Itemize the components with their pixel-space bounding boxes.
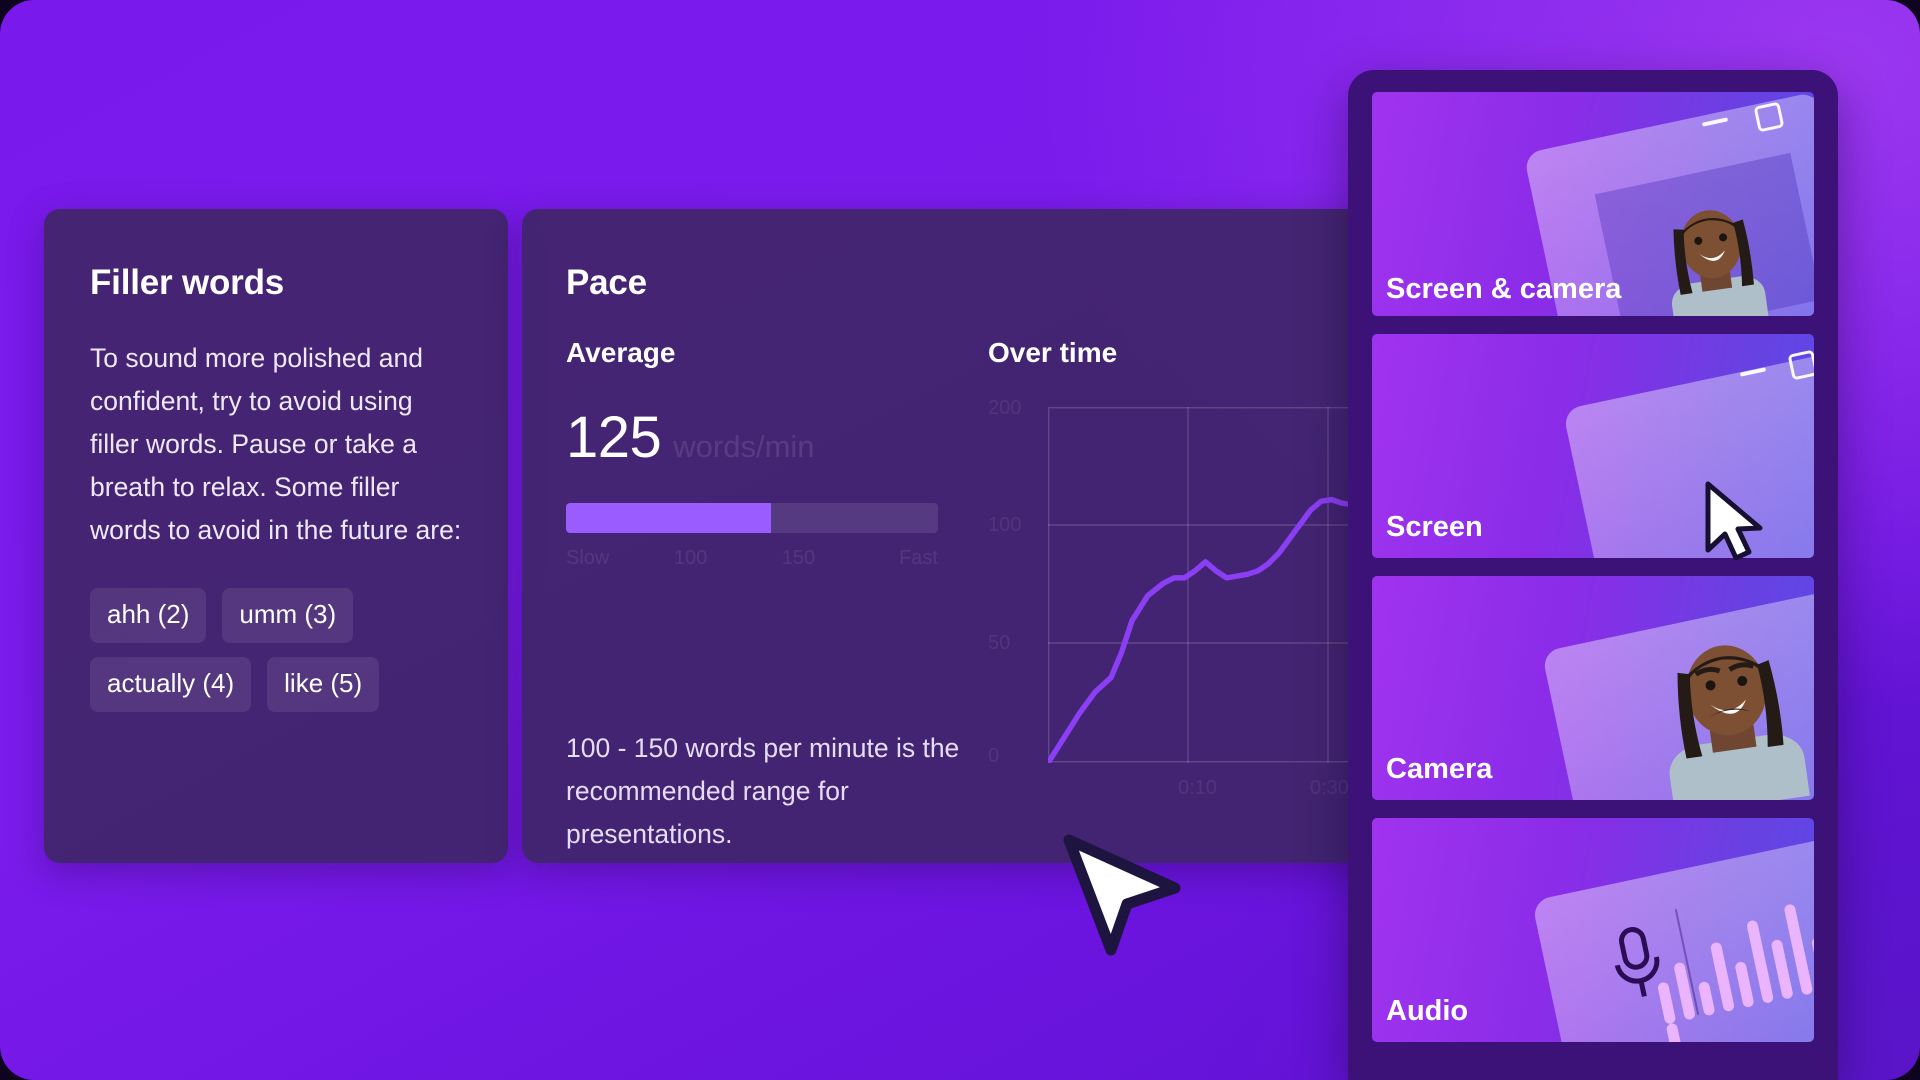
filler-words-chip-list: ahh (2) umm (3) actually (4) like (5) — [90, 588, 430, 712]
pace-title: Pace — [566, 263, 647, 302]
capture-option-text: Screen & camera — [1386, 273, 1622, 305]
scale-label-150: 150 — [781, 547, 816, 569]
filler-word-chip[interactable]: umm (3) — [222, 588, 354, 643]
pace-meter-scale: Slow 100 150 Fast — [566, 547, 938, 571]
y-axis-tick: 100 — [988, 514, 1022, 536]
average-value-row: 125 words/min — [566, 409, 938, 467]
arrow-cursor-large — [1055, 826, 1195, 971]
filler-words-card: Filler words To sound more polished and … — [44, 209, 508, 863]
capture-option-audio[interactable]: Audio — [1372, 818, 1814, 1042]
capture-option-label: Camera — [1386, 753, 1493, 785]
pace-meter-fill — [566, 503, 771, 533]
x-axis-tick: 0:30 — [1310, 777, 1349, 799]
capture-option-screen-and-camera[interactable]: Screen & camera — [1372, 92, 1814, 316]
capture-option-label: Audio — [1386, 995, 1469, 1027]
pace-recommendation: 100 - 150 words per minute is the recomm… — [566, 733, 960, 849]
capture-source-panel: Screen & camera Screen Camera Audio — [1348, 70, 1838, 1080]
x-axis-tick: 0:10 — [1178, 777, 1217, 799]
scale-label-slow: Slow — [566, 547, 610, 569]
capture-option-camera[interactable]: Camera — [1372, 576, 1814, 800]
window-maximize-icon — [1787, 349, 1814, 381]
y-axis-tick: 200 — [988, 397, 1022, 419]
pace-meter — [566, 503, 938, 533]
app-canvas: Filler words To sound more polished and … — [0, 0, 1920, 1080]
avatar — [1638, 194, 1788, 316]
filler-words-body: To sound more polished and confident, tr… — [90, 343, 462, 545]
average-heading: Average — [566, 337, 676, 368]
pace-average-section: Average 125 words/min Slow 100 150 Fast — [566, 337, 959, 849]
capture-option-label: Screen & camera — [1386, 270, 1621, 308]
window-illustration-icon — [1562, 343, 1814, 558]
scale-label-100: 100 — [673, 547, 708, 569]
filler-word-chip[interactable]: ahh (2) — [90, 588, 207, 643]
filler-word-chip[interactable]: like (5) — [267, 657, 380, 712]
scale-label-fast: Fast — [899, 547, 938, 569]
y-axis-tick: 50 — [988, 632, 1011, 654]
filler-word-chip[interactable]: actually (4) — [90, 657, 252, 712]
average-unit: words/min — [673, 429, 815, 464]
avatar — [1640, 626, 1814, 800]
capture-option-label: Screen — [1386, 511, 1483, 543]
arrow-cursor-small — [1702, 480, 1772, 569]
window-maximize-icon — [1753, 101, 1785, 133]
pace-card: Pace Average 125 words/min Slow 100 150 … — [522, 209, 1468, 863]
average-value: 125 — [566, 405, 662, 470]
filler-words-title: Filler words — [90, 263, 285, 302]
y-axis-tick: 0 — [988, 745, 1000, 767]
